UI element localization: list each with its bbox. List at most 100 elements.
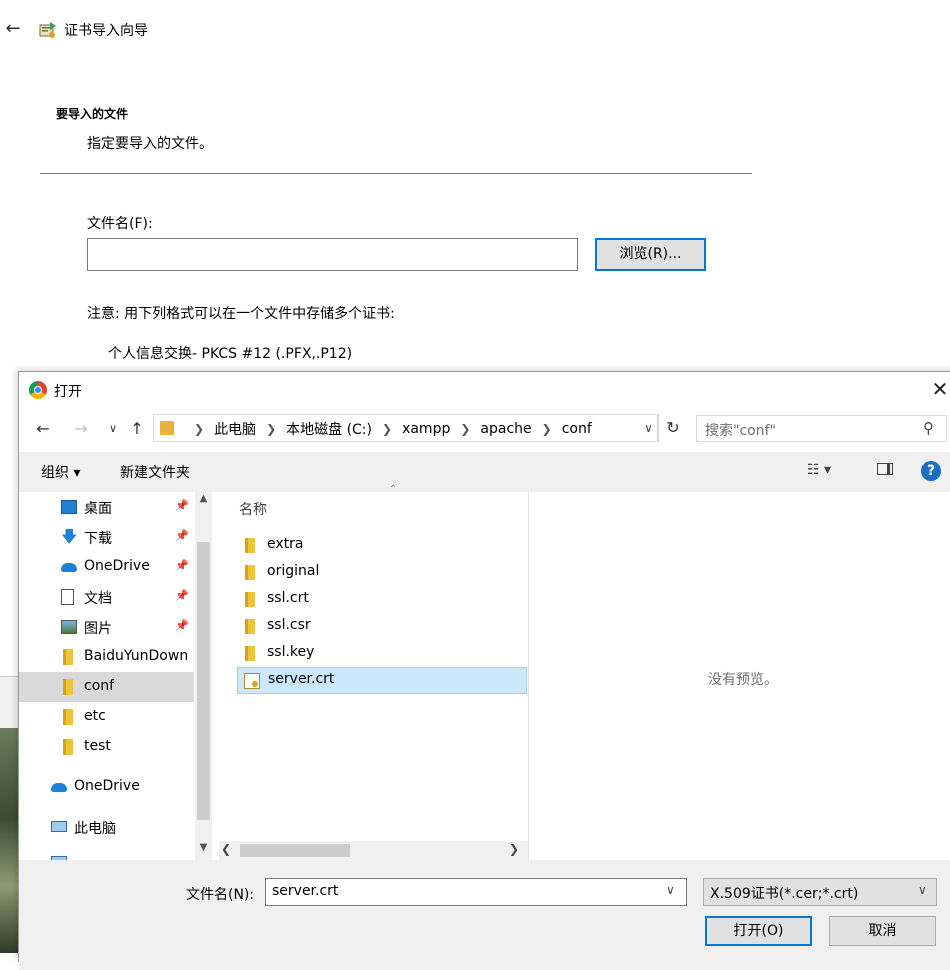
nav-item-documents[interactable]: 文档 📌 — [19, 582, 194, 612]
picture-icon — [61, 620, 77, 634]
forward-icon[interactable]: → — [69, 417, 93, 441]
folder-icon — [245, 592, 255, 607]
preview-pane-icon[interactable] — [877, 463, 893, 475]
file-name: ssl.crt — [267, 590, 309, 606]
back-arrow-icon[interactable]: ← — [2, 18, 24, 40]
nav-item-label: 下载 — [84, 531, 112, 547]
nav-item-desktop[interactable]: 桌面 📌 — [19, 492, 194, 522]
breadcrumb: ❯ 此电脑 ❯ 本地磁盘 (C:) ❯ xampp ❯ apache ❯ con… — [184, 419, 592, 439]
scroll-left-icon[interactable]: ❮ — [221, 842, 231, 856]
scroll-down-icon[interactable]: ▼ — [195, 842, 212, 859]
search-input[interactable]: 搜索"conf" ⚲ — [696, 415, 947, 442]
pin-icon: 📌 — [175, 589, 189, 602]
folder-icon — [63, 739, 73, 755]
section-subtitle: 指定要导入的文件。 — [87, 136, 213, 152]
file-name: original — [267, 563, 320, 579]
refresh-icon[interactable]: ↻ — [659, 414, 687, 442]
search-icon[interactable]: ⚲ — [923, 419, 934, 437]
background-window-fragment — [0, 728, 18, 953]
download-icon: 🡇 — [61, 527, 78, 546]
up-icon[interactable]: ↑ — [125, 417, 149, 441]
address-bar[interactable]: ❯ 此电脑 ❯ 本地磁盘 (C:) ❯ xampp ❯ apache ❯ con… — [153, 414, 658, 442]
folder-icon — [245, 619, 255, 634]
format-item: 个人信息交换- PKCS #12 (.PFX,.P12) — [108, 346, 353, 362]
section-title: 要导入的文件 — [56, 107, 129, 121]
background-window-fragment — [0, 676, 18, 729]
file-row-ssl-key[interactable]: ssl.key — [237, 640, 527, 667]
open-button[interactable]: 打开(O) — [705, 916, 812, 946]
file-row-server-crt[interactable]: server.crt — [237, 667, 527, 694]
horizontal-scrollbar-thumb[interactable] — [240, 844, 350, 857]
navigation-pane: 桌面 📌 🡇 下载 📌 OneDrive 📌 文档 📌 图片 📌 BaiduYu… — [19, 492, 212, 860]
folder-icon — [245, 646, 255, 661]
file-name: server.crt — [268, 671, 335, 687]
view-options-icon[interactable]: ☷ ▾ — [807, 462, 831, 478]
folder-icon — [63, 709, 73, 725]
file-type-select[interactable]: X.509证书(*.cer;*.crt) ∨ — [703, 878, 937, 906]
breadcrumb-item[interactable]: 此电脑 — [214, 419, 256, 439]
chrome-icon — [29, 381, 47, 399]
chevron-right-icon: ❯ — [382, 422, 393, 436]
nav-item-label: 文档 — [84, 591, 112, 607]
filename-label: 文件名(N): — [186, 887, 255, 903]
nav-item-this-pc[interactable]: 此电脑 — [19, 812, 194, 842]
folder-icon — [160, 421, 174, 435]
column-header-name[interactable]: 名称 — [239, 499, 267, 519]
chevron-right-icon: ❯ — [266, 422, 277, 436]
back-icon[interactable]: ← — [31, 417, 55, 441]
nav-item-pictures[interactable]: 图片 📌 — [19, 612, 194, 642]
new-folder-button[interactable]: 新建文件夹 — [120, 462, 190, 482]
nav-item-onedrive[interactable]: OneDrive 📌 — [19, 552, 194, 582]
certificate-file-icon — [244, 673, 260, 689]
breadcrumb-item[interactable]: conf — [562, 421, 592, 437]
nav-item-label: 桌面 — [84, 501, 112, 517]
navigation-scrollbar-thumb[interactable] — [197, 542, 210, 820]
breadcrumb-item[interactable]: 本地磁盘 (C:) — [286, 419, 372, 439]
breadcrumb-item[interactable]: apache — [480, 421, 531, 437]
browse-button[interactable]: 浏览(R)... — [595, 238, 706, 271]
file-row-extra[interactable]: extra — [237, 532, 527, 559]
nav-item-label: conf — [84, 678, 115, 694]
certificate-wizard-icon — [39, 22, 56, 38]
chevron-right-icon: ❯ — [460, 422, 471, 436]
format-note: 注意: 用下列格式可以在一个文件中存储多个证书: — [87, 306, 395, 322]
breadcrumb-item[interactable]: xampp — [402, 421, 450, 437]
address-dropdown-icon[interactable]: ∨ — [639, 414, 659, 442]
recent-locations-icon[interactable]: ∨ — [101, 417, 125, 441]
nav-item-label: OneDrive — [84, 558, 150, 574]
scroll-right-icon[interactable]: ❯ — [509, 842, 519, 856]
scroll-up-icon[interactable]: ▲ — [195, 493, 212, 510]
nav-item-onedrive-root[interactable]: OneDrive — [19, 772, 194, 802]
filename-value: server.crt — [272, 883, 339, 899]
nav-item-etc[interactable]: etc — [19, 702, 194, 732]
chevron-down-icon: ∨ — [918, 883, 927, 897]
nav-item-label: 此电脑 — [74, 821, 116, 837]
nav-item-network[interactable] — [19, 852, 194, 860]
folder-icon — [245, 538, 255, 553]
folder-icon — [63, 679, 73, 695]
help-icon[interactable]: ? — [921, 461, 941, 481]
open-file-dialog: 打开 ✕ ← → ∨ ↑ ❯ 此电脑 ❯ 本地磁盘 (C:) ❯ xampp ❯… — [18, 371, 950, 970]
file-row-ssl-crt[interactable]: ssl.crt — [237, 586, 527, 613]
nav-item-downloads[interactable]: 🡇 下载 📌 — [19, 522, 194, 552]
cancel-button[interactable]: 取消 — [829, 916, 936, 946]
file-row-ssl-csr[interactable]: ssl.csr — [237, 613, 527, 640]
file-row-original[interactable]: original — [237, 559, 527, 586]
file-type-value: X.509证书(*.cer;*.crt) — [710, 886, 859, 902]
file-name-input[interactable] — [87, 238, 578, 271]
file-name-label: 文件名(F): — [87, 216, 153, 232]
pin-icon: 📌 — [175, 529, 189, 542]
nav-item-label: BaiduYunDown — [84, 648, 189, 664]
toolbar: 组织 ▾ 新建文件夹 ☷ ▾ ? — [19, 452, 950, 492]
chevron-down-icon[interactable]: ∨ — [666, 883, 675, 897]
nav-item-baiduyundown[interactable]: BaiduYunDown — [19, 642, 194, 672]
onedrive-icon — [61, 563, 77, 572]
file-name: extra — [267, 536, 304, 552]
nav-item-test[interactable]: test — [19, 732, 194, 762]
dialog-titlebar: 打开 ✕ — [19, 372, 950, 408]
nav-item-conf[interactable]: conf — [19, 672, 194, 702]
close-icon[interactable]: ✕ — [927, 376, 950, 402]
wizard-title: 证书导入向导 — [64, 23, 148, 39]
organize-button[interactable]: 组织 ▾ — [41, 462, 80, 482]
filename-input[interactable]: server.crt ∨ — [265, 878, 687, 906]
